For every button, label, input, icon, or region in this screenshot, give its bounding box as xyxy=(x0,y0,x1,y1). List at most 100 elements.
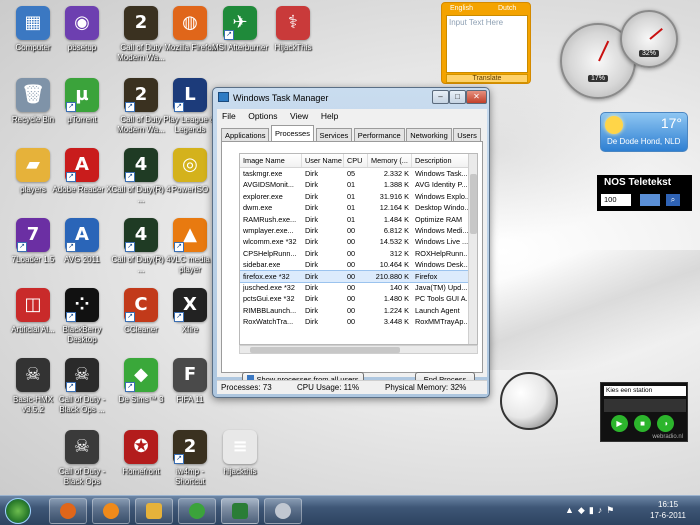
menu-file[interactable]: File xyxy=(217,109,241,123)
table-row[interactable]: firefox.exe *32 Dirk 00 210.880 K Firefox xyxy=(240,269,477,283)
process-cpu: 00 xyxy=(347,248,356,258)
column-cpu[interactable]: CPU xyxy=(344,154,368,167)
horizontal-scrollbar[interactable] xyxy=(239,345,478,354)
weather-gadget[interactable]: 17° De Dode Hond, NLD xyxy=(600,112,688,152)
table-row[interactable]: CPSHelpRunn... Dirk 00 312 K ROXHelpRunn... xyxy=(240,248,477,259)
media-player-icon xyxy=(103,503,119,519)
tab-processes[interactable]: Processes xyxy=(270,125,314,141)
radio-display xyxy=(604,399,686,412)
process-cpu: 00 xyxy=(347,305,356,315)
tab-users[interactable]: Users xyxy=(453,128,481,142)
desktop-icon[interactable]: ☠ Call of Duty - Black Ops xyxy=(52,430,112,487)
tab-applications[interactable]: Applications xyxy=(221,128,270,142)
menu-view[interactable]: View xyxy=(285,109,313,123)
cpu-needle xyxy=(598,41,610,62)
taskbar-tools[interactable] xyxy=(264,498,302,524)
table-row[interactable]: wlcomm.exe *32 Dirk 00 14.532 K Windows Live… xyxy=(240,236,477,247)
tab-performance[interactable]: Performance xyxy=(353,128,405,142)
app-icon: 🗑 xyxy=(16,78,50,112)
translate-button[interactable]: Translate xyxy=(446,74,528,83)
desktop-icon[interactable]: F FIFA 11 xyxy=(160,358,220,405)
vertical-scrollbar[interactable] xyxy=(468,154,477,344)
taskbar-firefox[interactable] xyxy=(49,498,87,524)
clock[interactable]: 16:15 17-6-2011 xyxy=(650,499,686,521)
app-icon: ≡ xyxy=(223,430,257,464)
desktop-icon-label: µTorrent xyxy=(67,115,97,124)
column-image-name[interactable]: Image Name xyxy=(240,154,302,167)
table-row[interactable]: dwm.exe Dirk 01 12.164 K Desktop Windo... xyxy=(240,202,477,213)
table-row[interactable]: taskmgr.exe Dirk 05 2.332 K Windows Task... xyxy=(240,168,477,179)
column-memory[interactable]: Memory (... xyxy=(368,154,412,167)
shortcut-arrow-icon: ↗ xyxy=(174,312,184,322)
app-icon: ◎ xyxy=(173,148,207,182)
desktop-icon[interactable]: ◉ pbsetup xyxy=(52,6,112,53)
maximize-button[interactable]: □ xyxy=(449,90,466,104)
taskbar-task-manager[interactable] xyxy=(221,498,259,524)
translator-gadget: English Dutch Input Text Here Translate xyxy=(441,2,531,84)
process-cpu: 01 xyxy=(347,180,356,190)
folder-icon xyxy=(146,503,162,519)
status-bar: Processes: 73 CPU Usage: 11% Physical Me… xyxy=(217,380,487,394)
tab-networking[interactable]: Networking xyxy=(406,128,452,142)
desktop-icon[interactable]: ⚕ HijackThis xyxy=(263,6,323,53)
process-memory: 31.916 K xyxy=(379,191,409,201)
system-tray-icons[interactable]: ▲◆▮♪⚑ xyxy=(565,505,618,516)
table-row[interactable]: RoxWatchTra... Dirk 00 3.448 K RoxMMTrayAp..… xyxy=(240,316,477,327)
table-row[interactable]: AVGIDSMonit... Dirk 01 1.388 K AVG Identity … xyxy=(240,179,477,190)
table-row[interactable]: RIMBBLaunch... Dirk 00 1.224 K Launch Agent xyxy=(240,305,477,316)
stop-icon[interactable]: ■ xyxy=(634,415,651,432)
column-description[interactable]: Description xyxy=(412,154,469,167)
search-icon[interactable]: ⌕ xyxy=(666,194,680,206)
vertical-scroll-thumb[interactable] xyxy=(470,174,477,234)
minimize-button[interactable]: – xyxy=(432,90,449,104)
source-language[interactable]: English xyxy=(450,5,473,12)
process-cpu: 01 xyxy=(347,191,356,201)
desktop-icon[interactable]: µ ↗ µTorrent xyxy=(52,78,112,125)
app-icon: ◉ xyxy=(65,6,99,40)
app-icon: ☠ xyxy=(16,358,50,392)
volume-icon[interactable]: ◑ xyxy=(657,415,674,432)
desktop-icon-label: Play League of Legends xyxy=(163,115,217,134)
table-row[interactable]: explorer.exe Dirk 01 31.916 K Windows Explo.… xyxy=(240,191,477,202)
target-language[interactable]: Dutch xyxy=(498,5,516,12)
status-cpu: CPU Usage: 11% xyxy=(297,383,360,392)
translator-input[interactable]: Input Text Here xyxy=(446,15,528,73)
table-row[interactable]: pctsGui.exe *32 Dirk 00 1.480 K PC Tools GUI… xyxy=(240,293,477,304)
menu-help[interactable]: Help xyxy=(316,109,343,123)
horizontal-scroll-thumb[interactable] xyxy=(250,347,400,353)
table-row[interactable]: sidebar.exe Dirk 00 10.464 K Windows Desk... xyxy=(240,259,477,270)
desktop-icon[interactable]: ◎ PowerISO xyxy=(160,148,220,195)
desktop-icon[interactable]: ✈ ↗ MSI Afterburner xyxy=(210,6,270,53)
process-memory: 10.464 K xyxy=(379,260,409,270)
shortcut-arrow-icon: ↗ xyxy=(125,312,135,322)
desktop-icon[interactable]: ☠ ↗ Call of Duty - Black Ops ... xyxy=(52,358,112,415)
close-button[interactable]: ✕ xyxy=(466,90,487,104)
play-icon[interactable]: ▶ xyxy=(611,415,628,432)
teletekst-page-input[interactable] xyxy=(640,194,660,206)
column-user-name[interactable]: User Name xyxy=(302,154,344,167)
shortcut-arrow-icon: ↗ xyxy=(66,102,76,112)
desktop-icon[interactable]: A ↗ AVG 2011 xyxy=(52,218,112,265)
tab-services[interactable]: Services xyxy=(315,128,353,142)
desktop-icon[interactable]: ⁘ ↗ BlackBerry Desktop xyxy=(52,288,112,345)
weather-city: De Dode Hond, NLD xyxy=(607,137,681,146)
desktop-icon[interactable]: ≡ hijackthis xyxy=(210,430,270,477)
station-select[interactable]: Kies een station xyxy=(604,386,686,396)
taskbar-messenger[interactable] xyxy=(178,498,216,524)
table-row[interactable]: jusched.exe *32 Dirk 00 140 K Java(TM) Upd..… xyxy=(240,282,477,293)
process-description: AVG Identity P... xyxy=(415,180,468,190)
desktop-icon[interactable]: A ↗ Adobe Reader X xyxy=(52,148,112,195)
desktop-icon[interactable]: L ↗ Play League of Legends xyxy=(160,78,220,135)
teletekst-page-select[interactable]: 100 xyxy=(601,194,631,206)
taskbar-media-player[interactable] xyxy=(92,498,130,524)
menu-options[interactable]: Options xyxy=(243,109,282,123)
start-button[interactable] xyxy=(5,498,31,524)
table-row[interactable]: wmplayer.exe... Dirk 00 6.812 K Windows Medi… xyxy=(240,225,477,236)
process-cpu: 00 xyxy=(347,282,356,292)
desktop-icon[interactable]: X ↗ Xfire xyxy=(160,288,220,335)
table-row[interactable]: RAMRush.exe... Dirk 01 1.484 K Optimize RAM xyxy=(240,214,477,225)
taskbar-explorer[interactable] xyxy=(135,498,173,524)
desktop-icon[interactable]: ▲ ↗ VLC media player xyxy=(160,218,220,275)
app-icon: ▰ xyxy=(16,148,50,182)
shortcut-arrow-icon: ↗ xyxy=(125,382,135,392)
